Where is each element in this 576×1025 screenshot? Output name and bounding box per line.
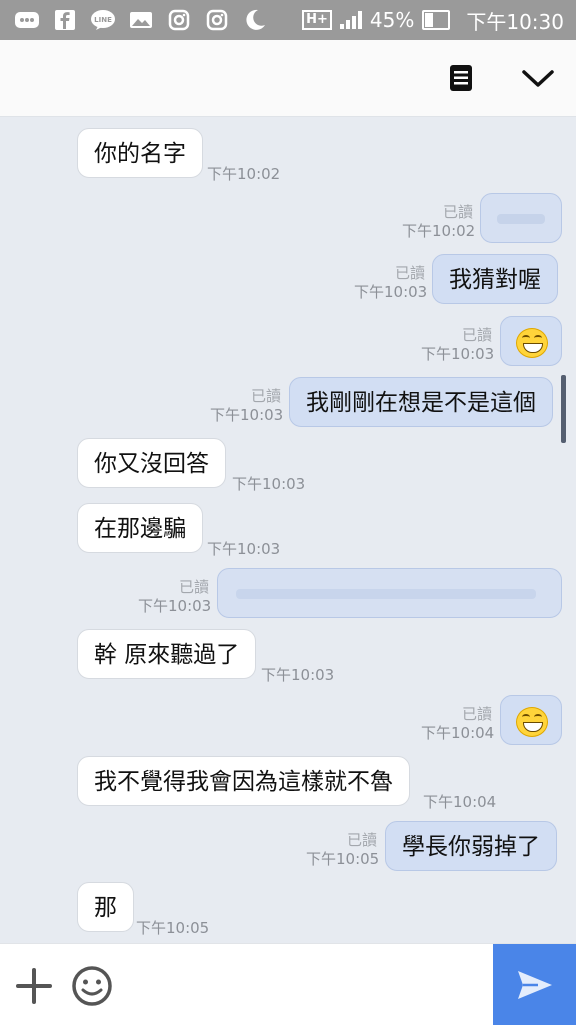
battery-percent: 45% xyxy=(369,8,415,32)
message-bubble-incoming[interactable]: 我不覺得我會因為這樣就不魯 xyxy=(77,756,410,806)
message-bubble-outgoing[interactable] xyxy=(500,695,562,745)
message-bubble-outgoing[interactable]: 學長你弱掉了 xyxy=(385,821,557,871)
emoji-icon[interactable] xyxy=(70,964,114,1008)
send-button[interactable] xyxy=(493,944,576,1025)
clock: 下午10:30 xyxy=(466,9,564,34)
gallery-icon xyxy=(128,9,154,31)
read-receipt: 已讀 xyxy=(462,705,493,723)
message-time: 下午10:03 xyxy=(207,540,281,558)
chat-log[interactable]: 你的名字 下午10:02 已讀 下午10:02 已讀 下午10:03 我猜對喔 … xyxy=(0,117,576,943)
message-time: 下午10:03 xyxy=(232,475,306,493)
grinning-squint-emoji-icon xyxy=(516,328,548,358)
facebook-icon xyxy=(52,9,78,31)
message-time: 下午10:03 xyxy=(261,666,335,684)
message-bubble-outgoing[interactable]: 我猜對喔 xyxy=(432,254,558,304)
message-time: 下午10:03 xyxy=(210,406,284,424)
chevron-down-icon[interactable] xyxy=(520,60,556,96)
message-time: 下午10:05 xyxy=(306,850,380,868)
grinning-squint-emoji-icon xyxy=(516,707,548,737)
read-receipt: 已讀 xyxy=(179,578,210,596)
chat-header xyxy=(0,40,576,117)
message-bubble-outgoing-redacted[interactable] xyxy=(480,193,562,243)
network-type: H+ xyxy=(302,10,332,30)
redaction-blur xyxy=(236,589,536,599)
svg-text:LINE: LINE xyxy=(94,16,112,24)
read-receipt: 已讀 xyxy=(251,387,282,405)
notes-icon[interactable] xyxy=(443,60,479,96)
message-bubble-incoming[interactable]: 你的名字 xyxy=(77,128,203,178)
message-bubble-incoming[interactable]: 那 xyxy=(77,882,134,932)
plus-icon[interactable] xyxy=(14,966,54,1006)
read-receipt: 已讀 xyxy=(347,831,378,849)
battery-icon xyxy=(422,10,451,30)
message-time: 下午10:03 xyxy=(138,597,212,615)
message-bubble-incoming[interactable]: 幹 原來聽過了 xyxy=(77,629,257,679)
message-time: 下午10:03 xyxy=(421,345,495,363)
send-icon xyxy=(517,970,552,999)
redaction-blur xyxy=(497,214,545,224)
read-receipt: 已讀 xyxy=(462,326,493,344)
signal-icon xyxy=(339,11,362,29)
message-bubble-incoming[interactable]: 在那邊騙 xyxy=(77,503,203,553)
moon-icon xyxy=(242,9,268,31)
message-time: 下午10:02 xyxy=(207,165,281,183)
instagram-icon xyxy=(166,9,192,31)
line-icon: LINE xyxy=(90,9,116,31)
message-bubble-incoming[interactable]: 你又沒回答 xyxy=(77,438,226,488)
scrollbar[interactable] xyxy=(561,375,566,443)
instagram-icon xyxy=(204,9,230,31)
message-time: 下午10:02 xyxy=(402,222,476,240)
message-bubble-outgoing[interactable]: 我剛剛在想是不是這個 xyxy=(289,377,553,427)
more-icon xyxy=(14,9,40,31)
message-time: 下午10:03 xyxy=(354,283,428,301)
message-time: 下午10:04 xyxy=(421,724,495,742)
status-bar: LINE H+ 45% 下午10:30 xyxy=(0,0,576,40)
message-bubble-outgoing[interactable] xyxy=(500,316,562,366)
message-bubble-outgoing-redacted[interactable] xyxy=(217,568,562,618)
message-time: 下午10:04 xyxy=(423,793,497,811)
message-time: 下午10:05 xyxy=(136,919,210,937)
read-receipt: 已讀 xyxy=(395,264,426,282)
read-receipt: 已讀 xyxy=(443,203,474,221)
input-bar xyxy=(0,943,576,1025)
